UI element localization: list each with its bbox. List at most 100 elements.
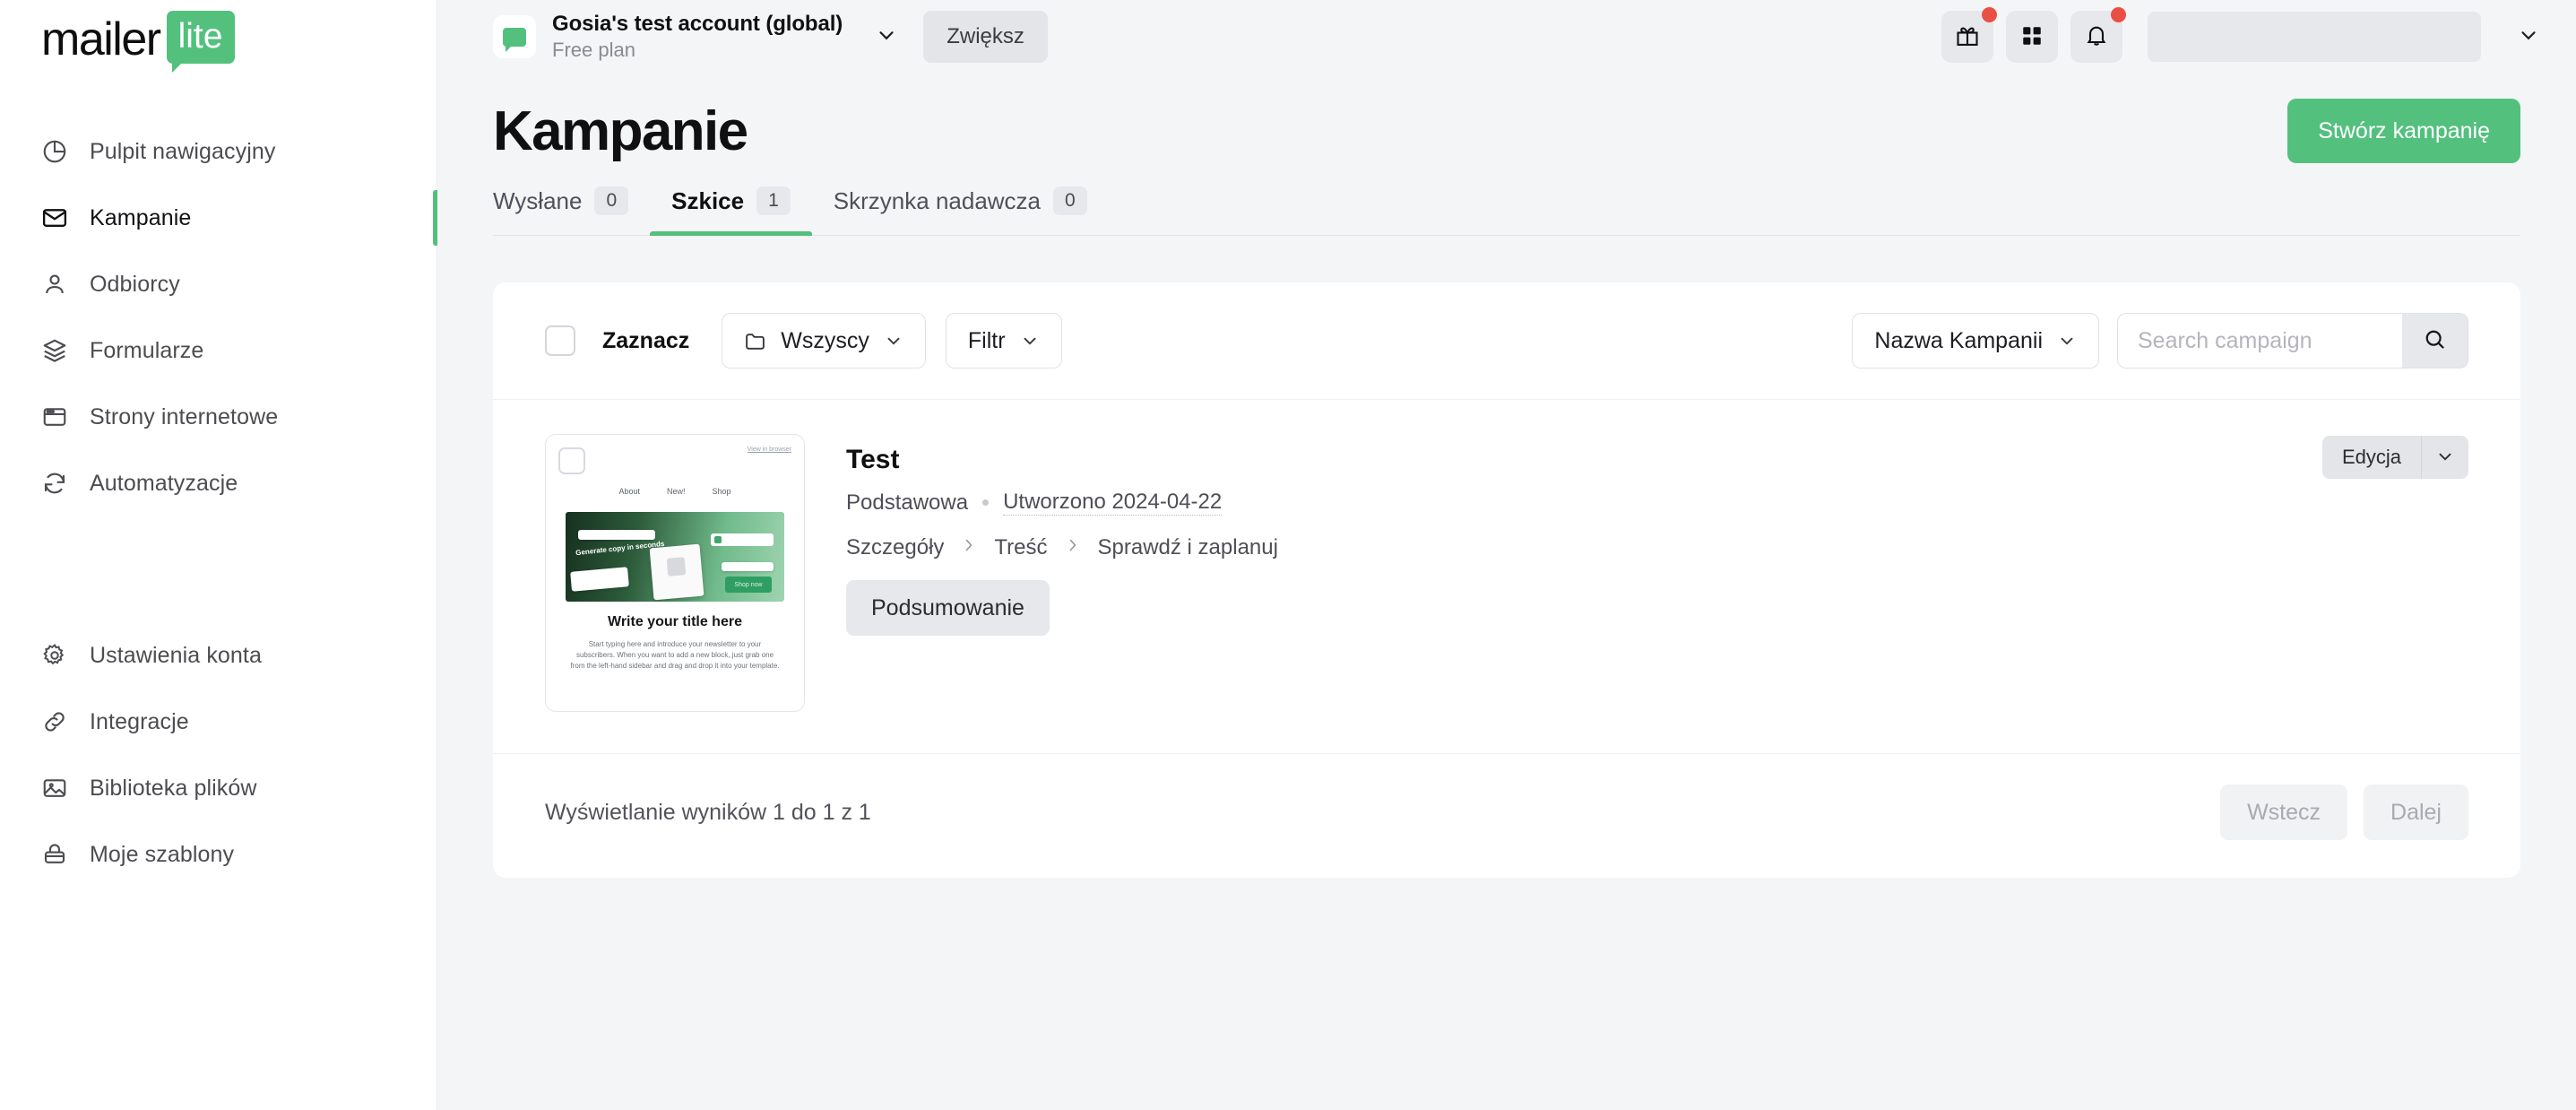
notifications-button[interactable] <box>2070 7 2126 63</box>
app-root: mailer lite Pulpit nawigacyjny Kampanie … <box>0 0 2576 1110</box>
apps-button[interactable] <box>2006 11 2058 63</box>
chevron-down-icon <box>1020 331 1040 351</box>
account-plan: Free plan <box>552 39 635 61</box>
sidebar-item-label: Kampanie <box>90 204 192 230</box>
search-input[interactable] <box>2117 313 2402 369</box>
sidebar-item-label: Strony internetowe <box>90 403 279 429</box>
page-header: Kampanie Stwórz kampanię <box>437 74 2576 163</box>
browser-window-icon <box>41 403 68 430</box>
pie-chart-icon <box>41 138 68 165</box>
folder-dropdown[interactable]: Wszyscy <box>722 313 926 369</box>
sort-dropdown[interactable]: Nazwa Kampanii <box>1852 313 2099 369</box>
sidebar-item-label: Pulpit nawigacyjny <box>90 138 276 164</box>
link-icon <box>41 708 68 735</box>
account-switcher[interactable]: Gosia's test account (global) Free plan <box>493 12 898 62</box>
image-icon <box>41 775 68 802</box>
tab-sent[interactable]: Wysłane 0 <box>493 186 650 235</box>
summary-button[interactable]: Podsumowanie <box>846 580 1050 636</box>
sidebar-item-label: Integracje <box>90 708 189 734</box>
gear-icon <box>41 642 68 669</box>
chevron-down-icon[interactable] <box>2517 23 2540 51</box>
logo-lite-badge: lite <box>166 11 236 73</box>
search-button[interactable] <box>2402 313 2468 369</box>
select-all-checkbox[interactable] <box>545 325 575 356</box>
sidebar: mailer lite Pulpit nawigacyjny Kampanie … <box>0 0 437 1110</box>
notification-dot <box>1982 7 1997 22</box>
meta-separator-dot <box>982 499 990 506</box>
search-group <box>2117 313 2468 369</box>
campaign-step-breadcrumb: Szczegóły Treść Sprawdź i zaplanuj <box>846 535 1278 560</box>
sidebar-item-label: Moje szablony <box>90 841 235 867</box>
search-icon <box>2423 327 2447 354</box>
sidebar-item-websites[interactable]: Strony internetowe <box>0 384 437 450</box>
top-bar-actions <box>1941 7 2540 63</box>
page-title: Kampanie <box>493 100 748 162</box>
next-page-button[interactable]: Dalej <box>2364 785 2468 840</box>
layers-icon <box>41 337 68 364</box>
sidebar-item-label: Biblioteka plików <box>90 775 257 801</box>
gift-button[interactable] <box>1941 7 1997 63</box>
logo-wordmark: mailer <box>41 13 161 65</box>
sidebar-item-my-templates[interactable]: Moje szablony <box>0 821 437 888</box>
sidebar-item-automations[interactable]: Automatyzacje <box>0 450 437 516</box>
campaign-details: Test Podstawowa Utworzono 2024-04-22 Szc… <box>846 434 1278 712</box>
tab-count: 0 <box>594 186 629 215</box>
thumbnail-hero-cta: Shop now <box>725 577 772 593</box>
sidebar-item-forms[interactable]: Formularze <box>0 317 437 384</box>
sidebar-item-file-library[interactable]: Biblioteka plików <box>0 755 437 821</box>
chevron-down-icon <box>875 23 898 51</box>
refresh-icon <box>41 470 68 497</box>
tab-count: 0 <box>1053 186 1087 215</box>
campaign-type: Podstawowa <box>846 490 969 515</box>
thumbnail-nav-item: New! <box>666 487 686 496</box>
thumbnail-hero-image: Generate copy in seconds Shop now <box>566 512 784 602</box>
sidebar-item-label: Ustawienia konta <box>90 642 262 668</box>
app-logo[interactable]: mailer lite <box>0 0 437 73</box>
pagination: Wstecz Dalej <box>2220 785 2468 840</box>
campaign-name[interactable]: Test <box>846 445 1278 475</box>
apps-grid-icon <box>2020 24 2044 50</box>
campaign-row: View in browser About New! Shop Generate… <box>493 400 2520 753</box>
campaign-meta: Podstawowa Utworzono 2024-04-22 <box>846 490 1278 516</box>
campaigns-card: Zaznacz Wszyscy Filtr Nazwa Kampanii Sea… <box>493 282 2520 878</box>
sidebar-item-label: Formularze <box>90 337 204 363</box>
sidebar-item-label: Odbiorcy <box>90 271 180 297</box>
chevron-down-icon <box>2435 447 2455 469</box>
template-icon <box>41 841 68 868</box>
sidebar-item-integrations[interactable]: Integracje <box>0 689 437 755</box>
breadcrumb-step-details[interactable]: Szczegóły <box>846 535 944 560</box>
edit-button[interactable]: Edycja <box>2321 436 2422 479</box>
thumbnail-nav: About New! Shop <box>546 487 804 496</box>
sidebar-item-subscribers[interactable]: Odbiorcy <box>0 251 437 317</box>
tab-outbox[interactable]: Skrzynka nadawcza 0 <box>812 186 1109 235</box>
account-avatar <box>493 15 536 58</box>
previous-page-button[interactable]: Wstecz <box>2220 785 2348 840</box>
select-all-label: Zaznacz <box>602 327 690 353</box>
sidebar-item-account-settings[interactable]: Ustawienia konta <box>0 622 437 689</box>
campaign-select-checkbox[interactable] <box>558 447 585 474</box>
upgrade-button[interactable]: Zwiększ <box>923 11 1048 63</box>
sidebar-secondary-nav: Ustawienia konta Integracje Biblioteka p… <box>0 622 437 888</box>
results-count-label: Wyświetlanie wyników 1 do 1 z 1 <box>545 799 871 825</box>
gift-icon <box>1955 23 1980 51</box>
tab-label: Wysłane <box>493 186 583 214</box>
sidebar-item-dashboard[interactable]: Pulpit nawigacyjny <box>0 118 437 185</box>
campaign-tabs: Wysłane 0 Szkice 1 Skrzynka nadawcza 0 <box>493 186 2520 236</box>
edit-dropdown-button[interactable] <box>2422 436 2468 479</box>
create-campaign-button[interactable]: Stwórz kampanię <box>2287 99 2520 163</box>
thumbnail-title: Write your title here <box>608 614 742 629</box>
breadcrumb-step-content[interactable]: Treść <box>994 535 1047 560</box>
main-area: Gosia's test account (global) Free plan … <box>437 0 2576 1110</box>
sidebar-item-campaigns[interactable]: Kampanie <box>0 185 437 251</box>
account-name: Gosia's test account (global) <box>552 12 843 36</box>
breadcrumb-step-review[interactable]: Sprawdź i zaplanuj <box>1098 535 1278 560</box>
sidebar-item-label: Automatyzacje <box>90 470 238 496</box>
thumbnail-nav-item: Shop <box>712 487 731 496</box>
filter-dropdown[interactable]: Filtr <box>945 313 1062 369</box>
user-menu-placeholder[interactable] <box>2148 12 2481 62</box>
campaign-row-actions: Edycja <box>2321 436 2468 479</box>
campaign-thumbnail[interactable]: View in browser About New! Shop Generate… <box>545 434 805 712</box>
campaigns-footer: Wyświetlanie wyników 1 do 1 z 1 Wstecz D… <box>493 753 2520 878</box>
tab-drafts[interactable]: Szkice 1 <box>650 186 812 236</box>
folder-icon <box>744 330 766 352</box>
